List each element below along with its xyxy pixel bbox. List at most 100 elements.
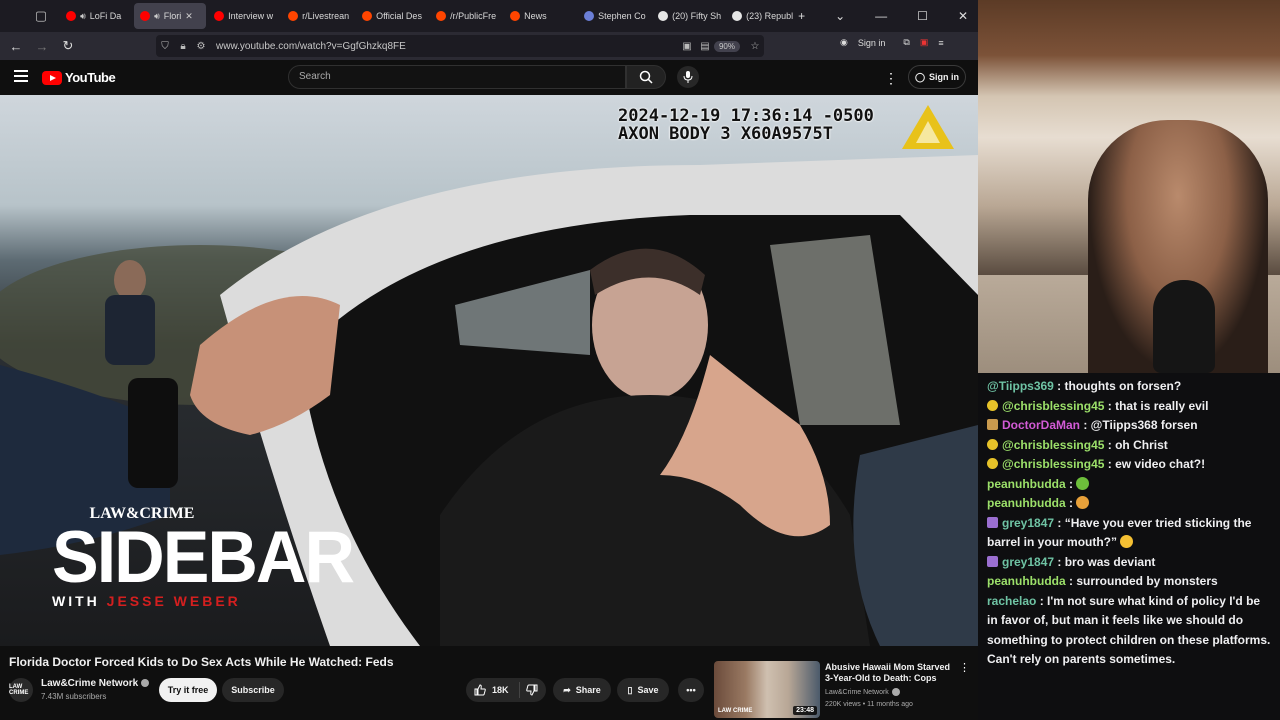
browser-tab[interactable]: 🔊︎ LoFi Da [60,3,132,29]
browser-tab-bar: ▢ 🔊︎ LoFi Da 🔊︎ Flori ✕ Interview w r/Livestre… [0,0,978,32]
minimize-icon[interactable]: — [875,9,887,23]
chat-username[interactable]: peanuhbudda [987,496,1066,510]
bookmark-star-icon[interactable]: ☆ [746,41,764,52]
app-menu-icon[interactable]: ≡ [938,38,943,48]
chat-username[interactable]: rachelao [987,594,1036,608]
thumbs-down-icon[interactable] [525,684,538,696]
maximize-icon[interactable]: ☐ [917,9,928,23]
related-kebab-icon[interactable]: ⋮ [959,661,970,674]
channel-name-text[interactable]: Law&Crime Network [41,678,138,689]
tab-label: (23) Republ [746,11,794,21]
chat-username[interactable]: @chrisblessing45 [1002,399,1104,413]
like-button[interactable]: 18K [474,684,509,696]
bodycam-timestamp: 2024-12-19 17:36:14 -0500 AXON BODY 3 X6… [618,107,874,143]
tab-list-icon[interactable]: ▢ [28,4,54,28]
search-icon [639,70,653,84]
chat-text: : bro was deviant [1054,554,1156,569]
chevron-down-icon[interactable]: ⌄ [835,9,845,23]
tab-audio-icon[interactable]: 🔊︎ [154,11,160,22]
youtube-logo[interactable]: YouTube [42,70,116,85]
browser-tab[interactable]: /r/PublicFre [430,3,502,29]
chat-username[interactable]: @chrisblessing45 [1002,438,1104,452]
chat-message: grey1847 : “Have you ever tried sticking… [987,514,1272,553]
chat-username[interactable]: grey1847 [1002,555,1054,569]
tab-label: r/Livestrean [302,11,350,21]
close-tab-icon[interactable]: ✕ [185,11,193,22]
browser-tab[interactable]: Stephen Co [578,3,650,29]
browser-tab[interactable]: (20) Fifty Sh [652,3,724,29]
related-video-title[interactable]: Abusive Hawaii Mom Starved 3-Year-Old to… [825,662,957,684]
tab-label: /r/PublicFre [450,11,497,21]
address-bar[interactable]: ⛉ 🔒︎ ⚙ www.youtube.com/watch?v=GgfGhzkq8… [156,35,764,57]
search-button[interactable] [626,65,666,89]
youtube-logo-text: YouTube [65,70,116,85]
sidebar-overlay: LAW&CRIME SIDEBAR WITH JESSE WEBER [52,505,355,609]
account-circle-icon: ◯ [914,71,926,82]
url-text[interactable]: www.youtube.com/watch?v=GgfGhzkq8FE [216,41,678,52]
tab-audio-icon[interactable]: 🔊︎ [80,11,86,22]
chat-message: @chrisblessing45 : ew video chat?! [987,455,1272,475]
chat-text: : surrounded by monsters [1065,574,1218,588]
chat-message: grey1847 : bro was deviant [987,553,1272,573]
tab-label: Interview w [228,11,274,21]
browser-signin-label[interactable]: Sign in [858,38,886,48]
chat-emote-icon [1076,496,1090,509]
save-button[interactable]: ▯ Save [617,678,669,702]
chat-badge-icon [987,438,998,450]
related-verified-icon [891,688,900,696]
browser-tab[interactable]: News [504,3,576,29]
account-icon[interactable]: ◉ [840,37,848,48]
browser-tab[interactable]: 🔊︎ Flori ✕ [134,3,207,29]
back-icon[interactable]: ← [3,34,29,58]
reader-view-icon[interactable]: ▤ [696,41,714,52]
related-video-thumbnail[interactable]: LAW CRIME 23:48 [714,661,820,718]
shield-icon[interactable]: ⛉ [156,41,174,52]
tab-label: (20) Fifty Sh [672,11,722,21]
forward-icon[interactable]: → [29,34,55,58]
chat-message: rachelao : I'm not sure what kind of pol… [987,592,1272,670]
chat-username[interactable]: @Tiipps369 [987,379,1054,393]
tab-favicon-icon [66,11,77,21]
chat-message: @chrisblessing45 : oh Christ [987,436,1272,456]
related-meta: 220K views • 11 months ago [825,701,913,708]
subscribe-button[interactable]: Subscribe [222,678,284,702]
related-channel-text[interactable]: Law&Crime Network [825,689,889,696]
chat-username[interactable]: peanuhbudda [987,477,1066,491]
channel-avatar[interactable]: LAW CRIME [9,678,33,702]
permissions-icon[interactable]: ⚙ [192,41,210,52]
chat-emote-icon [1120,535,1134,548]
extensions-icon[interactable]: ⧉ [903,37,909,48]
youtube-signin-label: Sign in [929,72,960,82]
chat-badge-icon [987,458,998,469]
tab-favicon-icon [288,11,299,21]
picture-in-picture-icon[interactable]: ▣ [678,41,696,52]
chat-username[interactable]: peanuhbudda [987,574,1066,588]
tab-favicon-icon [436,11,447,21]
youtube-signin-button[interactable]: ◯ Sign in [908,65,966,89]
chat-username[interactable]: DoctorDaMan [1002,418,1080,432]
chat-username[interactable]: grey1847 [1002,516,1054,530]
chat-panel: @Tiipps369 : thoughts on forsen? @chrisbl… [978,373,1280,720]
more-actions-icon[interactable]: ••• [678,678,704,702]
chat-username[interactable]: @chrisblessing45 [1002,457,1104,471]
browser-tab[interactable]: Official Des [356,3,428,29]
settings-kebab-icon[interactable]: ⋮ [884,70,898,87]
voice-search-button[interactable] [677,66,699,88]
extension-badge-icon[interactable]: ▣ [920,37,929,48]
new-tab-icon[interactable]: + [798,9,805,23]
channel-name[interactable]: Law&Crime Network [41,678,150,689]
related-channel[interactable]: Law&Crime Network [825,688,900,696]
zoom-level[interactable]: 90% [713,40,740,52]
search-input[interactable]: Search [288,65,626,89]
tab-favicon-icon [584,11,595,21]
try-free-button[interactable]: Try it free [159,678,217,702]
lock-icon[interactable]: 🔒︎ [174,41,192,52]
close-window-icon[interactable]: ✕ [958,9,968,23]
share-button[interactable]: ➦ Share [553,678,611,702]
browser-tab[interactable]: Interview w [208,3,280,29]
reload-icon[interactable]: ↻ [55,34,81,58]
video-player[interactable]: 2024-12-19 17:36:14 -0500 AXON BODY 3 X6… [0,95,978,646]
browser-tab[interactable]: (23) Republ [726,3,798,29]
browser-tab[interactable]: r/Livestrean [282,3,354,29]
menu-icon[interactable] [14,70,28,82]
